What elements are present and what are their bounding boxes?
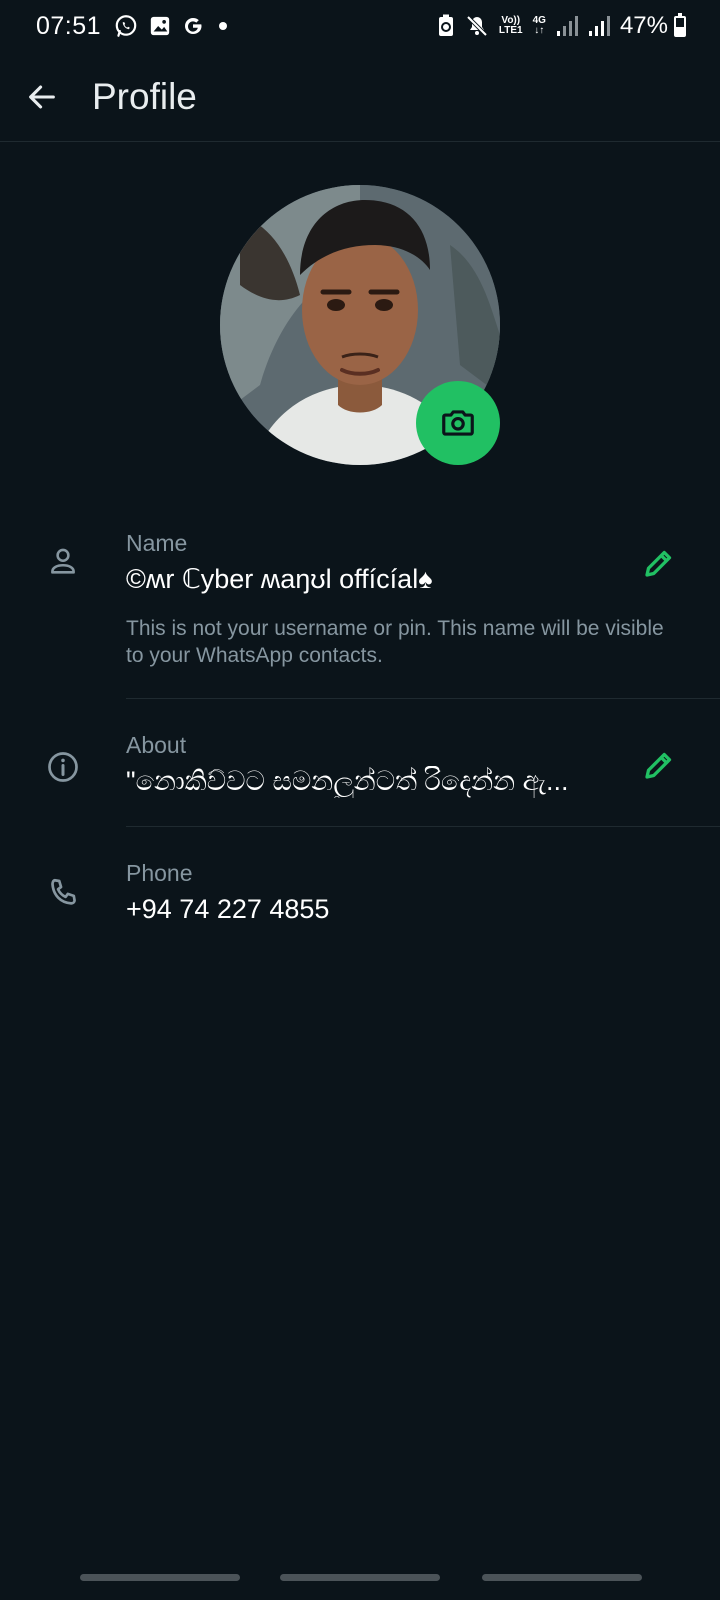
notification-dot (219, 22, 228, 30)
about-label: About (126, 732, 187, 758)
battery-fill (676, 26, 684, 35)
network-type-indicator: 4G ↓↑ (533, 16, 546, 36)
phone-value: +94 74 227 4855 (126, 894, 330, 924)
gallery-icon (149, 15, 171, 37)
system-nav-bar (0, 1574, 720, 1586)
name-help-text: This is not your username or pin. This n… (126, 617, 664, 667)
signal-icon (556, 15, 578, 37)
pencil-icon (645, 550, 672, 577)
pencil-icon (645, 752, 672, 779)
page-title: Profile (92, 75, 197, 117)
edit-about-button[interactable] (636, 742, 682, 788)
status-right: Vo)) LTE1 4G ↓↑ 47% (437, 12, 686, 40)
name-row[interactable]: Name ©ʍr ℂyber ʍaŋʊl offícíal♠ This is n… (0, 520, 720, 700)
battery-icon (674, 12, 686, 37)
battery-saver-icon (437, 14, 455, 38)
divider (126, 698, 720, 699)
back-button[interactable] (12, 67, 72, 127)
status-time: 07:51 (36, 11, 102, 40)
battery-percent: 47% (619, 12, 668, 39)
google-icon (181, 14, 205, 38)
app-bar: Profile (0, 52, 720, 142)
status-bar: 07:51 Vo)) LTE1 4G ↓↑ 47% (0, 0, 720, 52)
name-value: ©ʍr ℂyber ʍaŋʊl offícíal♠ (126, 564, 433, 594)
whatsapp-icon (113, 13, 139, 39)
signal-icon (588, 15, 610, 37)
change-photo-button[interactable] (416, 381, 500, 465)
nav-back-button[interactable] (482, 1574, 642, 1581)
phone-row[interactable]: Phone +94 74 227 4855 (0, 852, 720, 952)
edit-name-button[interactable] (636, 540, 682, 586)
divider (126, 826, 720, 827)
nav-home-button[interactable] (280, 1574, 440, 1581)
about-row[interactable]: About "නොකිව්වට සමනලුන්ටත් රිදෙන්න ඇ... (0, 724, 720, 826)
phone-label: Phone (126, 860, 193, 886)
camera-icon (442, 410, 474, 436)
nav-recent-apps-button[interactable] (80, 1574, 240, 1581)
person-icon (42, 540, 84, 582)
profile-photo-section (220, 185, 500, 465)
status-left: 07:51 (36, 11, 228, 41)
lte-label: LTE1 (498, 25, 523, 36)
arrow-left-icon (29, 85, 55, 108)
name-label: Name (126, 530, 188, 556)
volte-indicator: Vo)) LTE1 (499, 16, 523, 36)
data-arrows-icon: ↓↑ (534, 25, 545, 36)
phone-icon (42, 872, 84, 914)
mute-icon (465, 14, 489, 38)
about-value: "නොකිව්වට සමනලුන්ටත් රිදෙන්න ඇ... (126, 766, 569, 796)
info-icon (42, 746, 84, 788)
profile-screen: 07:51 Vo)) LTE1 4G ↓↑ 47% Profile Name ©… (0, 0, 720, 1600)
